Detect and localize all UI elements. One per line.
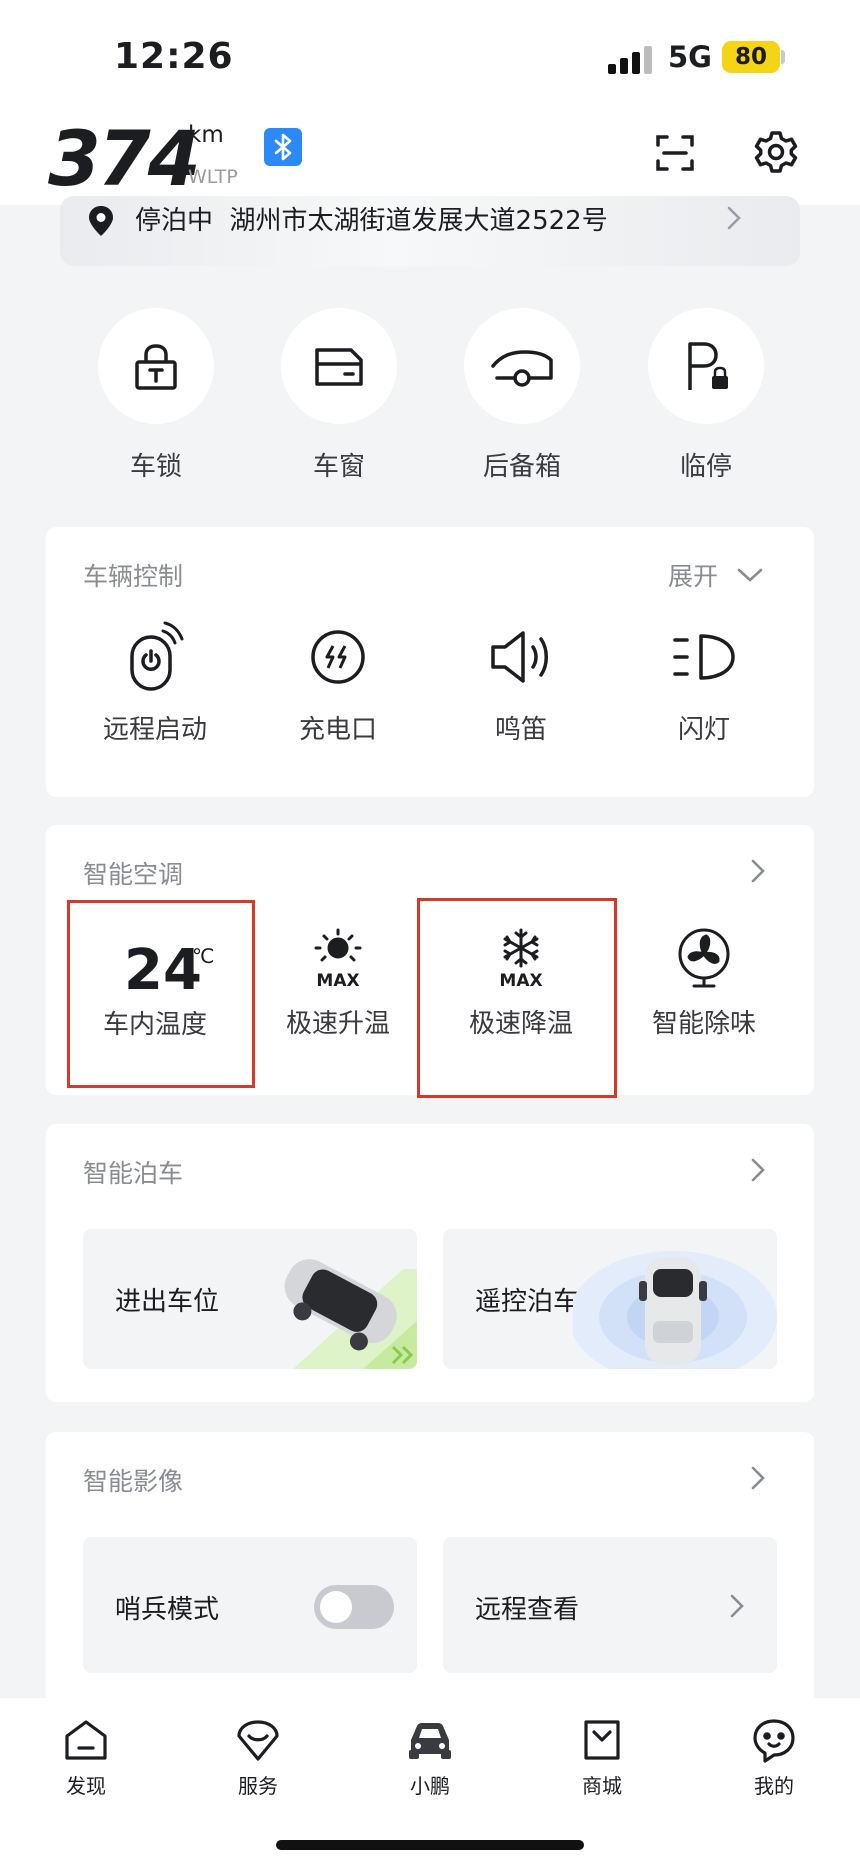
climate-fast-heat[interactable]: MAX 极速升温	[258, 928, 418, 1040]
highlight-frame	[417, 898, 617, 1098]
card-title: 智能空调	[83, 860, 184, 889]
tile-label: 哨兵模式	[115, 1595, 220, 1625]
horn-icon	[441, 619, 601, 695]
scan-icon[interactable]	[654, 132, 696, 174]
signal-icon	[608, 44, 656, 74]
sentry-mode-toggle[interactable]	[314, 1585, 394, 1629]
quick-action-label: 车锁	[129, 452, 182, 482]
parking-status: 停泊中	[135, 206, 214, 236]
control-label: 智能除味	[651, 1009, 756, 1039]
range-standard: WLTP	[188, 166, 238, 188]
chevron-right-icon	[730, 1594, 744, 1618]
climate-deodorize[interactable]: 智能除味	[624, 928, 784, 1040]
card-title: 车辆控制	[83, 562, 184, 591]
home-indicator[interactable]	[276, 1840, 584, 1850]
control-label: 远程启动	[102, 715, 207, 745]
control-horn[interactable]: 鸣笛	[441, 619, 601, 746]
range-header: 374 km WLTP	[0, 110, 860, 205]
flash-light-icon	[624, 619, 784, 695]
control-label: 闪灯	[677, 715, 730, 745]
control-charge-port[interactable]: 充电口	[258, 619, 418, 746]
range-unit: km	[188, 122, 224, 148]
remote-parking-car-illustration	[573, 1251, 777, 1369]
control-label: 充电口	[298, 715, 377, 745]
chevron-down-icon[interactable]	[736, 567, 764, 583]
quick-action-label: 临停	[679, 452, 732, 482]
charge-port-icon	[258, 619, 418, 695]
car-icon	[380, 1716, 480, 1764]
tab-label: 商城	[582, 1774, 622, 1798]
bluetooth-icon[interactable]	[264, 128, 302, 166]
app-screen: 12:26 5G 80 374 km WLTP 停泊中 湖州市太湖街道发展大道2…	[0, 0, 860, 1864]
quick-action-lock[interactable]: 车锁	[98, 308, 214, 483]
smart-camera-card: 智能影像 哨兵模式 远程查看	[46, 1432, 814, 1732]
parking-car-illustration	[284, 1259, 417, 1369]
vehicle-control-card: 车辆控制 展开 远程启动 充电口 鸣笛 闪灯	[46, 527, 814, 797]
tab-store[interactable]: 商城	[552, 1716, 652, 1799]
tile-park-in-out[interactable]: 进出车位	[83, 1229, 417, 1369]
bottom-tab-bar: 发现 服务 小鹏 商城 我的	[0, 1698, 860, 1864]
profile-icon	[724, 1716, 824, 1764]
sun-max-icon: MAX	[258, 928, 418, 990]
range-value: 374	[48, 114, 201, 203]
toggle-knob	[320, 1591, 352, 1623]
chevron-right-icon[interactable]	[750, 858, 766, 884]
quick-action-label: 车窗	[312, 452, 365, 482]
trunk-icon	[464, 308, 580, 424]
control-flash-lights[interactable]: 闪灯	[624, 619, 784, 746]
status-time: 12:26	[114, 36, 234, 77]
tab-xpeng[interactable]: 小鹏	[380, 1716, 480, 1799]
quick-action-temp-parking[interactable]: 临停	[648, 308, 764, 483]
tab-label: 我的	[754, 1774, 794, 1798]
control-label: 鸣笛	[494, 715, 547, 745]
expand-button[interactable]: 展开	[668, 557, 718, 593]
tile-label: 远程查看	[475, 1595, 580, 1625]
discover-icon	[36, 1716, 136, 1764]
quick-action-window[interactable]: 车窗	[281, 308, 397, 483]
card-title: 智能影像	[83, 1467, 184, 1496]
location-address: 湖州市太湖街道发展大道2522号	[229, 206, 608, 236]
battery-cap	[781, 50, 785, 64]
card-title: 智能泊车	[83, 1159, 184, 1188]
chevron-right-icon	[724, 204, 744, 232]
tile-remote-parking[interactable]: 遥控泊车	[443, 1229, 777, 1369]
tab-label: 发现	[66, 1774, 106, 1798]
lock-icon	[98, 308, 214, 424]
tab-discover[interactable]: 发现	[36, 1716, 136, 1799]
location-pin-icon	[86, 204, 116, 238]
tab-label: 服务	[238, 1774, 278, 1798]
battery-level: 80	[722, 41, 780, 73]
store-icon	[552, 1716, 652, 1764]
max-badge: MAX	[316, 971, 359, 990]
quick-action-trunk[interactable]: 后备箱	[464, 308, 580, 483]
tile-remote-view[interactable]: 远程查看	[443, 1537, 777, 1673]
location-text: 停泊中 湖州市太湖街道发展大道2522号	[135, 200, 608, 237]
fan-icon	[624, 928, 784, 989]
highlight-frame	[67, 900, 255, 1088]
tab-profile[interactable]: 我的	[724, 1716, 824, 1799]
window-icon	[281, 308, 397, 424]
tile-label: 遥控泊车	[475, 1287, 580, 1317]
network-type: 5G	[668, 40, 712, 74]
control-remote-start[interactable]: 远程启动	[75, 619, 235, 746]
smart-parking-card: 智能泊车 进出车位 遥控泊车	[46, 1124, 814, 1402]
parking-icon	[648, 308, 764, 424]
status-bar: 12:26 5G 80	[0, 0, 860, 110]
tab-service[interactable]: 服务	[208, 1716, 308, 1799]
control-label: 极速升温	[285, 1009, 390, 1039]
tab-label: 小鹏	[410, 1774, 450, 1798]
chevron-right-icon[interactable]	[750, 1157, 766, 1183]
service-icon	[208, 1716, 308, 1764]
settings-gear-icon[interactable]	[753, 129, 799, 175]
chevron-right-icon[interactable]	[750, 1465, 766, 1491]
tile-label: 进出车位	[115, 1287, 220, 1317]
quick-action-label: 后备箱	[482, 452, 561, 482]
vehicle-location-bar[interactable]: 停泊中 湖州市太湖街道发展大道2522号	[60, 196, 800, 266]
remote-start-icon	[75, 619, 235, 695]
